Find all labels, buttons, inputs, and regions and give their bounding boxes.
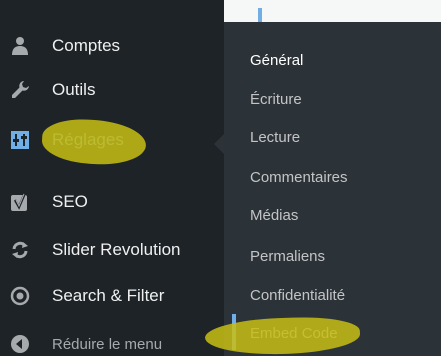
- target-icon: [9, 285, 31, 307]
- submenu-item-embed-code[interactable]: Embed Code: [250, 325, 338, 342]
- submenu-item-confidentialite[interactable]: Confidentialité: [250, 287, 345, 304]
- submenu-item-lecture[interactable]: Lecture: [250, 129, 300, 146]
- submenu-item-ecriture[interactable]: Écriture: [250, 91, 302, 108]
- menu-item-search-filter[interactable]: Search & Filter: [0, 274, 224, 318]
- menu-item-slider-revolution[interactable]: Slider Revolution: [0, 228, 224, 272]
- wrench-icon: [9, 79, 31, 101]
- submenu-item-permaliens[interactable]: Permaliens: [250, 248, 325, 265]
- screen: Comptes Outils Réglages SEO Slider Revol…: [0, 0, 441, 356]
- menu-item-seo[interactable]: SEO: [0, 180, 224, 224]
- menu-item-label: Slider Revolution: [52, 240, 181, 259]
- menu-item-label: Outils: [52, 80, 96, 99]
- users-icon: [9, 35, 31, 57]
- submenu-item-general[interactable]: Général: [250, 52, 303, 69]
- admin-menu: Comptes Outils Réglages SEO Slider Revol…: [0, 0, 224, 356]
- menu-item-label: Réglages: [52, 130, 124, 149]
- submenu-pointer: [214, 134, 224, 154]
- settings-submenu: Général Écriture Lecture Commentaires Mé…: [224, 22, 441, 356]
- menu-item-label: SEO: [52, 192, 88, 211]
- submenu-item-commentaires[interactable]: Commentaires: [250, 169, 348, 186]
- menu-item-label: Réduire le menu: [52, 335, 163, 353]
- submenu-item-medias[interactable]: Médias: [250, 207, 298, 224]
- embed-code-marker: [232, 314, 236, 350]
- collapse-arrow-icon: [9, 333, 31, 355]
- collapse-menu-button[interactable]: Réduire le menu: [0, 322, 224, 356]
- focus-marker: [258, 8, 262, 22]
- settings-icon: [9, 129, 31, 151]
- yoast-seo-icon: [9, 191, 31, 213]
- menu-item-reglages[interactable]: Réglages: [0, 118, 224, 162]
- refresh-icon: [9, 239, 31, 261]
- content-area: [224, 0, 441, 22]
- menu-item-label: Search & Filter: [52, 286, 165, 305]
- menu-item-label: Comptes: [52, 36, 121, 55]
- menu-item-comptes[interactable]: Comptes: [0, 24, 224, 68]
- menu-item-outils[interactable]: Outils: [0, 68, 224, 112]
